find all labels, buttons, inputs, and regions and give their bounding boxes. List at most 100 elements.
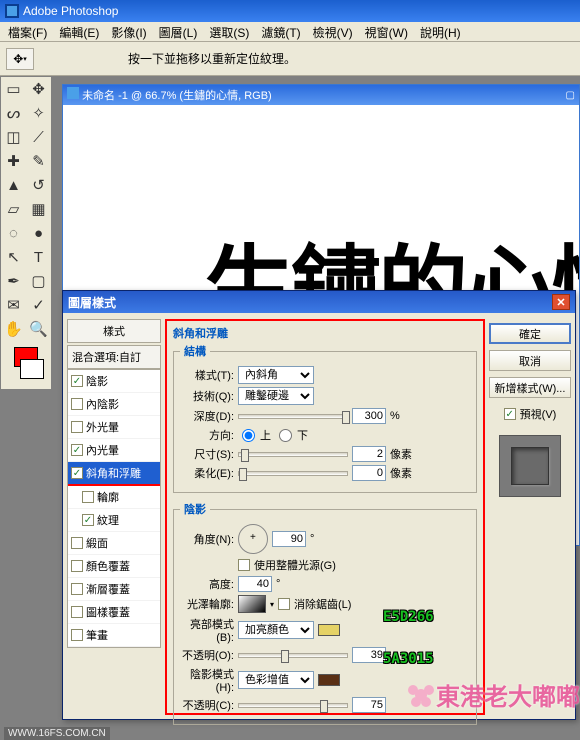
cancel-button[interactable]: 取消	[489, 350, 571, 371]
sh-opacity-slider[interactable]	[238, 703, 348, 708]
soften-input[interactable]	[352, 465, 386, 481]
depth-slider[interactable]	[238, 414, 348, 419]
highlight-color-swatch[interactable]	[318, 624, 340, 636]
style-checkbox[interactable]: ✓	[71, 375, 83, 387]
crop-tool-icon[interactable]: ◫	[1, 125, 26, 149]
highlight-mode-select[interactable]: 加亮顏色	[238, 621, 314, 639]
style-item-11[interactable]: 筆畫	[68, 624, 160, 647]
preview-box	[499, 435, 561, 497]
path-tool-icon[interactable]: ↖	[1, 245, 26, 269]
brush-tool-icon[interactable]: ✎	[26, 149, 51, 173]
style-item-2[interactable]: 外光暈	[68, 416, 160, 439]
notes-tool-icon[interactable]: ✉	[1, 293, 26, 317]
style-item-6[interactable]: ✓紋理	[68, 509, 160, 532]
gloss-contour[interactable]	[238, 595, 266, 613]
wand-tool-icon[interactable]: ✧	[26, 101, 51, 125]
style-item-5[interactable]: 輪廓	[68, 486, 160, 509]
menu-image[interactable]: 影像(I)	[105, 22, 152, 41]
sh-opacity-input[interactable]	[352, 697, 386, 713]
style-item-10[interactable]: 圖樣覆蓋	[68, 601, 160, 624]
style-item-3[interactable]: ✓內光暈	[68, 439, 160, 462]
size-input[interactable]	[352, 446, 386, 462]
background-swatch[interactable]	[20, 359, 44, 379]
size-label: 尺寸(S):	[180, 446, 234, 462]
style-checkbox[interactable]	[82, 491, 94, 503]
blur-tool-icon[interactable]: ◌	[1, 221, 26, 245]
style-checkbox[interactable]: ✓	[71, 444, 83, 456]
hand-tool-icon[interactable]: ✋	[1, 317, 26, 341]
dialog-titlebar[interactable]: 圖層樣式 ✕	[63, 291, 575, 313]
move-tool-icon[interactable]: ✥	[26, 77, 51, 101]
style-item-1[interactable]: 內陰影	[68, 393, 160, 416]
style-item-8[interactable]: 顏色覆蓋	[68, 555, 160, 578]
style-item-label: 紋理	[97, 512, 119, 528]
style-checkbox[interactable]	[71, 421, 83, 433]
direction-down-radio[interactable]	[279, 429, 292, 442]
menu-file[interactable]: 檔案(F)	[2, 22, 53, 41]
style-item-9[interactable]: 漸層覆蓋	[68, 578, 160, 601]
style-checkbox[interactable]	[71, 606, 83, 618]
styles-header[interactable]: 樣式	[67, 319, 161, 343]
marquee-tool-icon[interactable]: ▭	[1, 77, 26, 101]
shape-tool-icon[interactable]: ▢	[26, 269, 51, 293]
hl-opacity-slider[interactable]	[238, 653, 348, 658]
lasso-tool-icon[interactable]: ᔕ	[1, 101, 26, 125]
pen-tool-icon[interactable]: ✒	[1, 269, 26, 293]
menu-layer[interactable]: 圖層(L)	[153, 22, 204, 41]
photoshop-icon	[5, 4, 19, 18]
style-checkbox[interactable]	[71, 398, 83, 410]
shadow-mode-select[interactable]: 色彩增值	[238, 671, 314, 689]
style-select[interactable]: 內斜角	[238, 366, 314, 384]
new-style-button[interactable]: 新增樣式(W)...	[489, 377, 571, 398]
style-checkbox[interactable]: ✓	[82, 514, 94, 526]
close-button[interactable]: ✕	[552, 294, 570, 310]
type-tool-icon[interactable]: T	[26, 245, 51, 269]
style-item-7[interactable]: 緞面	[68, 532, 160, 555]
soften-slider[interactable]	[238, 471, 348, 476]
dialog-title: 圖層樣式	[68, 294, 116, 311]
eraser-tool-icon[interactable]: ▱	[1, 197, 26, 221]
blend-options[interactable]: 混合選項:自訂	[67, 345, 161, 369]
technique-select[interactable]: 雕鑿硬邊	[238, 387, 314, 405]
style-checkbox[interactable]: ✓	[71, 467, 83, 479]
direction-up-radio[interactable]	[242, 429, 255, 442]
menu-help[interactable]: 說明(H)	[414, 22, 467, 41]
size-unit: 像素	[390, 446, 412, 462]
style-checkbox[interactable]	[71, 629, 83, 641]
style-checkbox[interactable]	[71, 560, 83, 572]
style-checkbox[interactable]	[71, 537, 83, 549]
ok-button[interactable]: 確定	[489, 323, 571, 344]
preview-checkbox[interactable]: ✓	[504, 408, 516, 420]
style-item-4[interactable]: ✓斜角和浮雕	[68, 462, 160, 486]
style-item-0[interactable]: ✓陰影	[68, 370, 160, 393]
global-light-checkbox[interactable]	[238, 559, 250, 571]
chevron-down-icon[interactable]: ▾	[270, 600, 274, 609]
history-brush-icon[interactable]: ↺	[26, 173, 51, 197]
size-slider[interactable]	[238, 452, 348, 457]
hl-opacity-input[interactable]	[352, 647, 386, 663]
style-item-label: 斜角和浮雕	[86, 465, 141, 481]
eyedropper-icon[interactable]: ✓	[26, 293, 51, 317]
menu-view[interactable]: 檢視(V)	[307, 22, 359, 41]
global-light-label: 使用整體光源(G)	[254, 557, 336, 573]
style-checkbox[interactable]	[71, 583, 83, 595]
angle-dial[interactable]	[238, 524, 268, 554]
doc-titlebar[interactable]: 未命名 -1 @ 66.7% (生鏽的心情, RGB) ▢	[63, 85, 579, 105]
gradient-tool-icon[interactable]: ▦	[26, 197, 51, 221]
stamp-tool-icon[interactable]: ▲	[1, 173, 26, 197]
heal-tool-icon[interactable]: ✚	[1, 149, 26, 173]
slice-tool-icon[interactable]: ⟋	[26, 125, 51, 149]
menu-edit[interactable]: 編輯(E)	[53, 22, 105, 41]
antialias-checkbox[interactable]	[278, 598, 290, 610]
menu-window[interactable]: 視窗(W)	[359, 22, 414, 41]
zoom-tool-icon[interactable]: 🔍	[26, 317, 51, 341]
menu-filter[interactable]: 濾鏡(T)	[255, 22, 306, 41]
move-tool-icon[interactable]: ✥▾	[6, 48, 34, 70]
depth-input[interactable]	[352, 408, 386, 424]
shadow-color-swatch[interactable]	[318, 674, 340, 686]
angle-input[interactable]	[272, 531, 306, 547]
altitude-input[interactable]	[238, 576, 272, 592]
doc-controls[interactable]: ▢	[566, 90, 575, 101]
menu-select[interactable]: 選取(S)	[203, 22, 255, 41]
dodge-tool-icon[interactable]: ●	[26, 221, 51, 245]
